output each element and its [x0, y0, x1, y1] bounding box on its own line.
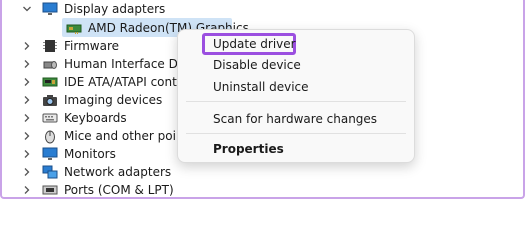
- ide-controller-icon: [42, 74, 58, 90]
- context-menu: Update driver Disable device Uninstall d…: [177, 29, 415, 163]
- chevron-right-icon[interactable]: [22, 95, 32, 105]
- chevron-right-icon[interactable]: [22, 149, 32, 159]
- chevron-right-icon[interactable]: [22, 185, 32, 195]
- tree-item-human-interface[interactable]: Human Interface Dev: [22, 54, 192, 74]
- tree-item-mice[interactable]: Mice and other point: [22, 126, 188, 146]
- network-icon: [42, 164, 58, 180]
- chevron-right-icon[interactable]: [22, 77, 32, 87]
- chevron-right-icon[interactable]: [22, 59, 32, 69]
- keyboard-icon: [42, 110, 58, 126]
- tree-item-label: Imaging devices: [64, 93, 163, 107]
- tree-item-label: Network adapters: [64, 165, 172, 179]
- chevron-right-icon[interactable]: [22, 167, 32, 177]
- monitor-icon: [42, 1, 58, 17]
- tree-item-label: Display adapters: [64, 2, 166, 16]
- monitor-icon: [42, 146, 58, 162]
- chevron-right-icon[interactable]: [22, 113, 32, 123]
- tree-item-display-adapters[interactable]: Display adapters: [22, 0, 165, 19]
- mouse-icon: [42, 128, 58, 144]
- menu-separator: [186, 133, 406, 134]
- hid-icon: [42, 56, 58, 72]
- camera-icon: [42, 92, 58, 108]
- tree-item-label: Keyboards: [64, 111, 127, 125]
- tree-item-label: Monitors: [64, 147, 116, 161]
- port-icon: [42, 182, 58, 197]
- firmware-chip-icon: [42, 38, 58, 54]
- tree-item-firmware[interactable]: Firmware: [22, 36, 119, 56]
- tree-item-keyboards[interactable]: Keyboards: [22, 108, 127, 128]
- chevron-right-icon[interactable]: [22, 131, 32, 141]
- menu-item-scan-hardware[interactable]: Scan for hardware changes: [213, 109, 377, 129]
- tree-item-imaging-devices[interactable]: Imaging devices: [22, 90, 162, 110]
- display-adapter-icon: [66, 20, 82, 36]
- tree-item-network-adapters[interactable]: Network adapters: [22, 162, 171, 182]
- tree-item-ide-ata[interactable]: IDE ATA/ATAPI contro: [22, 72, 189, 92]
- tree-item-label: Ports (COM & LPT): [64, 183, 174, 197]
- tree-item-ports[interactable]: Ports (COM & LPT): [22, 180, 174, 197]
- menu-separator: [186, 101, 406, 102]
- tree-item-label: Mice and other point: [64, 129, 189, 143]
- chevron-down-icon[interactable]: [22, 4, 32, 14]
- menu-item-update-driver[interactable]: Update driver: [213, 34, 296, 54]
- menu-item-disable-device[interactable]: Disable device: [213, 55, 301, 75]
- chevron-right-icon[interactable]: [22, 41, 32, 51]
- menu-item-uninstall-device[interactable]: Uninstall device: [213, 77, 309, 97]
- device-manager-frame: Display adapters AMD Radeon(TM) Graphics…: [0, 0, 525, 199]
- menu-item-properties[interactable]: Properties: [213, 139, 284, 159]
- tree-item-label: IDE ATA/ATAPI contro: [64, 75, 189, 89]
- tree-item-label: Human Interface Dev: [64, 57, 193, 71]
- tree-item-label: Firmware: [64, 39, 119, 53]
- tree-item-monitors[interactable]: Monitors: [22, 144, 116, 164]
